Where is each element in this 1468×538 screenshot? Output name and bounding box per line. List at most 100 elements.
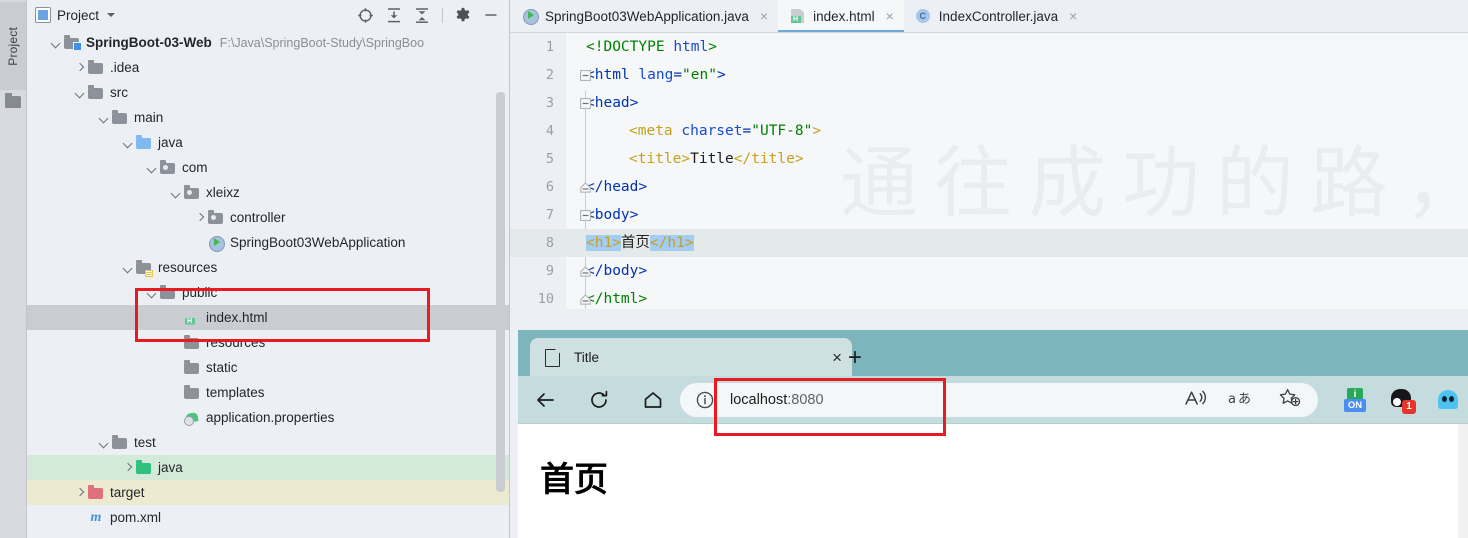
close-icon[interactable]: × [832, 349, 842, 366]
tree-row[interactable]: test [27, 430, 509, 455]
tree-row[interactable]: controller [27, 205, 509, 230]
tree-row[interactable]: java [27, 130, 509, 155]
tree-row[interactable]: xleixz [27, 180, 509, 205]
code-line[interactable]: 8 <h1>首页</h1> [510, 229, 1468, 257]
tree-row[interactable]: .idea [27, 55, 509, 80]
chevron-down-icon[interactable] [97, 436, 110, 449]
settings-gear-icon[interactable] [455, 7, 471, 23]
code-line[interactable]: 6 </head> [510, 173, 1468, 201]
tree-row[interactable]: application.properties [27, 405, 509, 430]
code-text: <head> [586, 89, 638, 117]
tree-row[interactable]: target [27, 480, 509, 505]
collapse-all-icon[interactable] [414, 7, 430, 24]
chevron-down-icon[interactable] [49, 36, 62, 49]
chevron-down-icon[interactable] [121, 136, 134, 149]
tree-row[interactable]: java [27, 455, 509, 480]
code-token: charset [681, 123, 743, 139]
sidebar-tab-project[interactable]: Project [0, 2, 26, 90]
editor-tab[interactable]: SpringBoot03WebApplication.java × [510, 0, 778, 32]
tree-row-label: pom.xml [110, 510, 162, 525]
chevron-right-icon[interactable] [121, 461, 134, 474]
left-tool-strip: Project [0, 0, 27, 538]
chevron-down-icon[interactable] [97, 111, 110, 124]
svg-text:あ: あ [1238, 392, 1251, 407]
fold-open-icon[interactable] [580, 98, 591, 109]
fold-close-icon[interactable] [580, 266, 591, 277]
code-line[interactable]: 1 <!DOCTYPE html> [510, 33, 1468, 61]
browser-scrollbar[interactable] [1458, 424, 1468, 538]
maven-file-icon: m [90, 509, 102, 525]
code-line[interactable]: 7 <body> [510, 201, 1468, 229]
read-aloud-icon[interactable] [1184, 387, 1208, 412]
tree-row[interactable]: src [27, 80, 509, 105]
code-text: <meta charset="UTF-8"> [629, 117, 821, 145]
info-circle-icon[interactable] [694, 389, 716, 411]
close-icon[interactable]: × [886, 8, 894, 24]
browser-nav-buttons [518, 380, 680, 420]
tree-row-label: application.properties [206, 410, 335, 425]
chevron-right-icon[interactable] [193, 211, 206, 224]
resources-folder-icon [136, 260, 153, 277]
tree-row[interactable]: static [27, 355, 509, 380]
code-token: = [673, 67, 683, 83]
code-text: <h1>首页</h1> [586, 229, 694, 257]
back-arrow-icon[interactable] [518, 380, 572, 420]
fold-open-icon[interactable] [580, 70, 591, 81]
code-editor[interactable]: 通往成功的路，总是正在施 1<!DOCTYPE html>2<html lang… [510, 33, 1468, 309]
fold-close-icon[interactable] [580, 294, 591, 305]
spring-boot-class-icon [522, 8, 539, 25]
tree-row[interactable]: SpringBoot03WebApplication [27, 230, 509, 255]
chevron-down-icon[interactable] [145, 286, 158, 299]
tree-row[interactable]: com [27, 155, 509, 180]
code-text: </head> [586, 173, 647, 201]
tree-row[interactable]: m pom.xml [27, 505, 509, 530]
close-icon[interactable]: × [760, 8, 768, 24]
tree-row[interactable]: index.html [27, 305, 509, 330]
chevron-down-icon[interactable] [169, 186, 182, 199]
new-tab-button[interactable]: + [848, 346, 862, 370]
project-scrollbar[interactable] [496, 92, 505, 492]
expand-all-icon[interactable] [386, 7, 402, 24]
chevron-down-icon[interactable] [145, 161, 158, 174]
code-line[interactable]: 3 <head> [510, 89, 1468, 117]
address-bar[interactable]: localhost:8080 aあ [680, 382, 1318, 417]
reload-icon[interactable] [572, 380, 626, 420]
chevron-right-icon[interactable] [73, 486, 86, 499]
editor-tab[interactable]: index.html × [778, 0, 904, 32]
home-icon[interactable] [626, 380, 680, 420]
tree-row[interactable]: main [27, 105, 509, 130]
tree-row[interactable]: SpringBoot-03-Web F:\Java\SpringBoot-Stud… [27, 30, 509, 55]
close-icon[interactable]: × [1069, 8, 1077, 24]
editor-tab[interactable]: C IndexController.java × [904, 0, 1088, 32]
browser-tab[interactable]: Title × [530, 338, 852, 376]
project-panel-toolbar [357, 7, 503, 24]
locate-file-icon[interactable] [357, 7, 374, 24]
chevron-down-icon[interactable] [121, 261, 134, 274]
chevron-right-icon[interactable] [73, 61, 86, 74]
json-viewer-extension-icon[interactable]: i ON [1344, 387, 1366, 412]
project-view-icon [35, 7, 51, 23]
fold-open-icon[interactable] [580, 210, 591, 221]
code-line[interactable]: 2 <html lang="en"> [510, 61, 1468, 89]
tree-row[interactable]: resources [27, 255, 509, 280]
chevron-down-icon[interactable] [73, 86, 86, 99]
ghost-extension-icon[interactable] [1438, 389, 1460, 411]
code-line[interactable]: 9 </body> [510, 257, 1468, 285]
chevron-down-icon[interactable] [107, 13, 116, 17]
tree-row[interactable]: resources [27, 330, 509, 355]
adblock-extension-icon[interactable]: 1 [1390, 388, 1416, 414]
fold-close-icon[interactable] [580, 182, 591, 193]
tree-row[interactable]: templates [27, 380, 509, 405]
line-number: 8 [545, 235, 554, 251]
code-line[interactable]: 10 </html> [510, 285, 1468, 309]
tree-row[interactable]: public [27, 280, 509, 305]
folder-icon[interactable] [5, 93, 21, 109]
translate-icon[interactable]: aあ [1228, 387, 1258, 412]
code-line[interactable]: 5 <title>Title</title> [510, 145, 1468, 173]
package-folder-icon [184, 185, 201, 201]
add-favorite-icon[interactable] [1278, 387, 1302, 412]
code-line[interactable]: 4 <meta charset="UTF-8"> [510, 117, 1468, 145]
ide-window: Project Project SpringBoot-03-Web F:\Jav… [0, 0, 1468, 538]
hide-panel-icon[interactable] [483, 7, 499, 23]
folder-icon [184, 360, 201, 376]
